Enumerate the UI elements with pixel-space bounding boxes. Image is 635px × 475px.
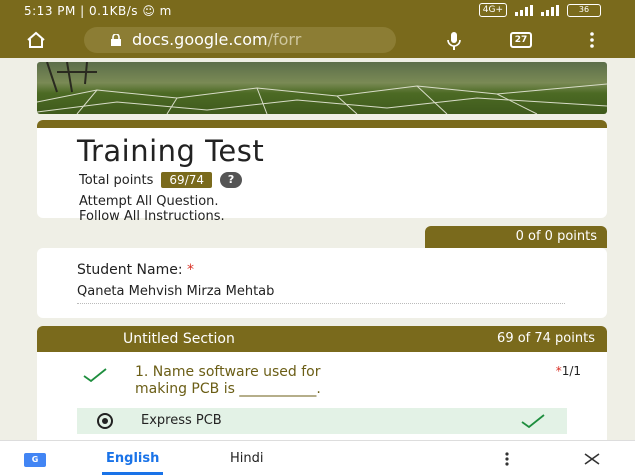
translate-bar: G English Hindi xyxy=(0,440,635,475)
form-title-card: Training Test Total points 69/74 ? Attem… xyxy=(37,120,607,224)
browser-toolbar: docs.google.com/forr 27 xyxy=(0,22,635,58)
total-points-badge: 69/74 xyxy=(161,172,213,188)
translate-more-icon[interactable] xyxy=(505,452,509,466)
home-icon[interactable] xyxy=(26,31,46,49)
mic-icon[interactable] xyxy=(447,32,461,50)
score-value: 1/1 xyxy=(561,364,581,378)
help-icon[interactable]: ? xyxy=(220,172,243,188)
total-points-label: Total points xyxy=(79,172,154,188)
question-text: 1. Name software used for making PCB is … xyxy=(135,364,321,398)
status-indicators: 4G+ 36 xyxy=(478,3,601,17)
student-name-label-text: Student Name: xyxy=(77,262,183,278)
battery-icon: 36 xyxy=(567,3,601,17)
tab-switcher-button[interactable]: 27 xyxy=(510,32,532,48)
correct-check-icon xyxy=(83,368,107,382)
signal-icon xyxy=(515,4,533,16)
section-title: Untitled Section xyxy=(123,331,235,347)
answer-option-selected[interactable]: Express PCB xyxy=(77,408,567,434)
required-mark: * xyxy=(187,262,195,278)
signal-icon-2 xyxy=(541,4,559,16)
question-line-1: 1. Name software used for xyxy=(135,364,321,380)
form-title: Training Test xyxy=(77,134,265,168)
status-time: 5:13 PM | 0.1KB/s ☺ m xyxy=(24,4,172,18)
option-label: Express PCB xyxy=(141,413,222,428)
student-name-label: Student Name: * xyxy=(77,262,194,278)
network-badge: 4G+ xyxy=(478,3,507,17)
google-translate-icon: G xyxy=(24,453,46,467)
status-bar: 5:13 PM | 0.1KB/s ☺ m 4G+ 36 xyxy=(0,0,635,22)
lang-english-tab[interactable]: English xyxy=(101,451,164,475)
description-line-2: Follow All Instructions. xyxy=(79,209,225,224)
radio-selected[interactable] xyxy=(97,413,113,429)
overflow-menu-icon[interactable] xyxy=(590,32,594,48)
url-domain: docs.google.com xyxy=(132,30,268,49)
form-description: Attempt All Question. Follow All Instruc… xyxy=(79,194,225,224)
form-header-image xyxy=(37,62,607,114)
lang-hindi-tab[interactable]: Hindi xyxy=(230,451,264,466)
question-card: 1. Name software used for making PCB is … xyxy=(37,352,607,442)
description-line-1: Attempt All Question. xyxy=(79,194,219,209)
question-score: *1/1 xyxy=(556,364,581,378)
question-line-2: making PCB is ___________. xyxy=(135,381,321,397)
total-points-row: Total points 69/74 ? xyxy=(79,172,243,188)
option-correct-icon xyxy=(521,414,545,428)
student-name-card: Student Name: * Qaneta Mehvish Mirza Meh… xyxy=(37,248,607,318)
student-name-answer: Qaneta Mehvish Mirza Mehtab xyxy=(77,284,565,304)
lock-icon xyxy=(111,34,121,46)
url-bar[interactable]: docs.google.com/forr xyxy=(84,27,396,53)
close-icon[interactable] xyxy=(584,453,600,465)
banner-pattern xyxy=(37,62,607,114)
section-header: Untitled Section 69 of 74 points xyxy=(37,326,607,352)
url-path: /forr xyxy=(267,30,302,49)
section-points: 69 of 74 points xyxy=(497,331,595,346)
question-points-tab: 0 of 0 points xyxy=(425,226,607,248)
